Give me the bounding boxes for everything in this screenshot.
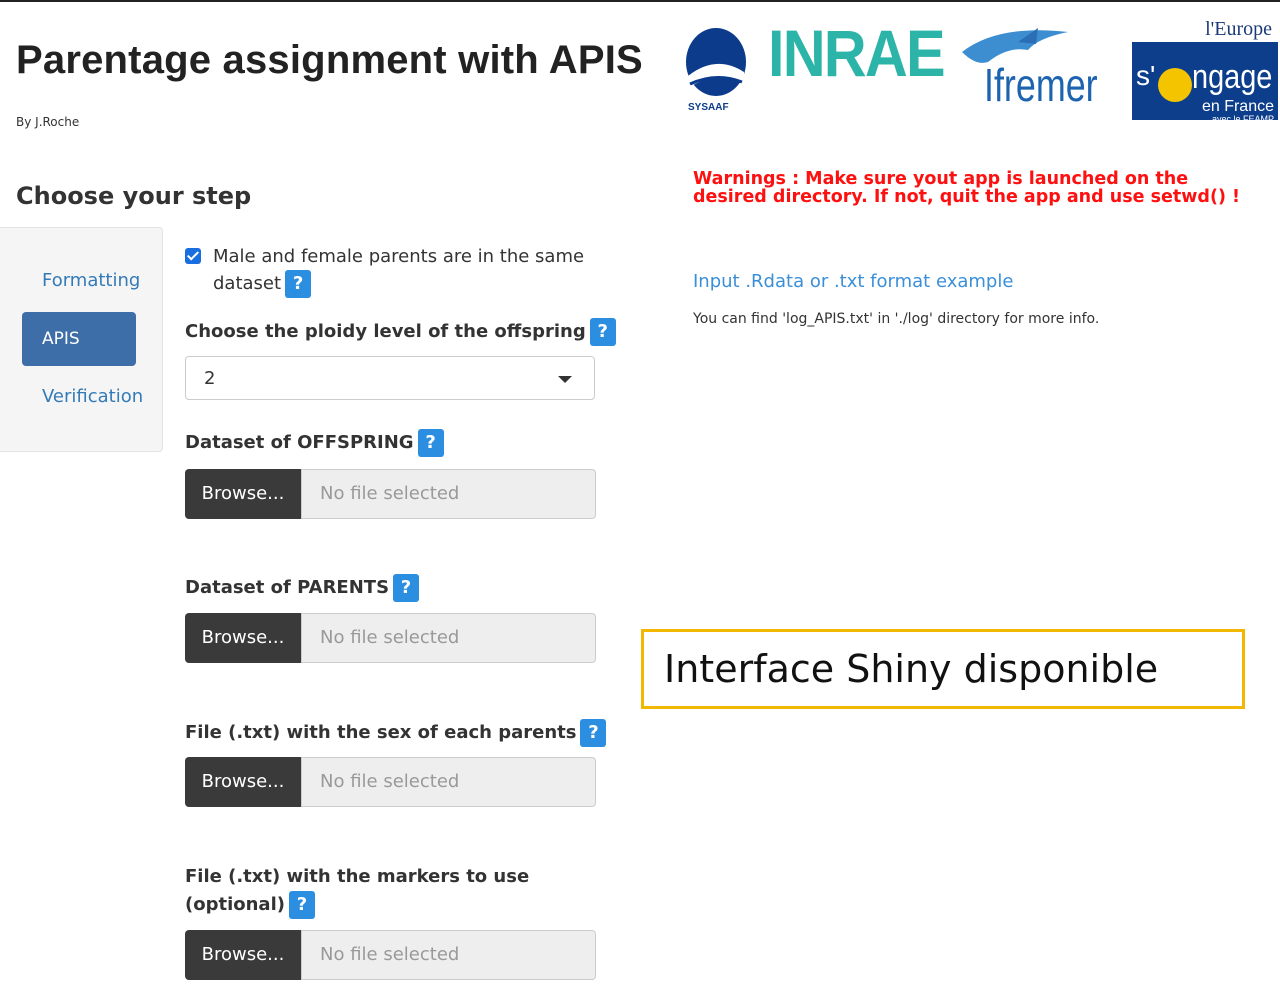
browse-button[interactable]: Browse... xyxy=(185,469,301,519)
file-name-field[interactable]: No file selected xyxy=(301,469,596,519)
ploidy-select-value: 2 xyxy=(204,368,216,389)
ifremer-logo-text: Ifremer xyxy=(984,59,1098,111)
top-border-line xyxy=(0,0,1280,2)
europe-logo-top: l'Europe xyxy=(1205,18,1272,40)
europe-logo-box: s' ngage en France avec le FEAMP xyxy=(1132,42,1278,124)
file-name-field[interactable]: No file selected xyxy=(301,930,596,980)
sex-file-label-text: File (.txt) with the sex of each parents xyxy=(185,722,577,743)
offspring-file-input[interactable]: Browse... No file selected xyxy=(185,469,596,519)
markers-file-label: File (.txt) with the markers to use xyxy=(185,866,530,887)
sysaaf-logo-text: SYSAAF xyxy=(688,102,729,113)
help-icon[interactable]: ? xyxy=(417,429,444,457)
sex-file-label: File (.txt) with the sex of each parents… xyxy=(185,719,607,747)
sysaaf-logo: SYSAAF xyxy=(682,26,750,118)
parents-label-text: Dataset of PARENTS xyxy=(185,577,390,598)
help-icon[interactable]: ? xyxy=(285,270,312,298)
format-example-link[interactable]: Input .Rdata or .txt format example xyxy=(693,271,1013,292)
markers-file-label-optional: (optional)? xyxy=(185,891,315,919)
help-icon[interactable]: ? xyxy=(393,574,420,602)
sidebar-nav: Formatting APIS Verification xyxy=(0,227,163,452)
inrae-logo: INRAE xyxy=(768,16,946,90)
ploidy-select[interactable]: 2 xyxy=(185,356,595,400)
file-name-field[interactable]: No file selected xyxy=(301,757,596,807)
sidebar-item-apis[interactable]: APIS xyxy=(22,312,136,366)
ploidy-label-text: Choose the ploidy level of the offspring xyxy=(185,321,586,342)
sidebar-item-formatting[interactable]: Formatting xyxy=(22,254,140,308)
europe-stars-icon xyxy=(1158,68,1192,102)
help-icon[interactable]: ? xyxy=(589,318,616,346)
shiny-interface-banner: Interface Shiny disponible xyxy=(641,629,1245,709)
step-heading: Choose your step xyxy=(16,182,252,210)
sidebar-item-verification[interactable]: Verification xyxy=(22,370,143,424)
europe-logo-s: s' xyxy=(1136,60,1156,91)
europe-engage-logo: l'Europe s' ngage en France avec le FEAM… xyxy=(1132,18,1278,124)
same-dataset-checkbox[interactable] xyxy=(185,248,201,264)
europe-logo-engage: ngage xyxy=(1192,58,1273,96)
browse-button[interactable]: Browse... xyxy=(185,757,301,807)
parents-label: Dataset of PARENTS? xyxy=(185,574,420,602)
ifremer-logo: Ifremer xyxy=(958,22,1124,118)
warning-message: Warnings : Make sure yout app is launche… xyxy=(693,169,1241,207)
file-name-field[interactable]: No file selected xyxy=(301,613,596,663)
offspring-label: Dataset of OFFSPRING? xyxy=(185,429,444,457)
same-dataset-text: Male and female parents are in the same … xyxy=(213,246,585,294)
chevron-down-icon xyxy=(558,376,572,383)
markers-file-input[interactable]: Browse... No file selected xyxy=(185,930,596,980)
markers-optional-text: (optional) xyxy=(185,894,285,915)
help-icon[interactable]: ? xyxy=(288,891,315,919)
offspring-label-text: Dataset of OFFSPRING xyxy=(185,432,414,453)
same-dataset-label: Male and female parents are in the same … xyxy=(213,243,613,298)
log-info-text: You can find 'log_APIS.txt' in './log' d… xyxy=(693,311,1100,327)
author-credit: By J.Roche xyxy=(16,115,80,129)
parents-file-input[interactable]: Browse... No file selected xyxy=(185,613,596,663)
help-icon[interactable]: ? xyxy=(580,719,607,747)
europe-logo-feamp: avec le FEAMP xyxy=(1211,114,1274,124)
ploidy-label: Choose the ploidy level of the offspring… xyxy=(185,318,616,346)
page-title: Parentage assignment with APIS xyxy=(16,38,643,82)
browse-button[interactable]: Browse... xyxy=(185,930,301,980)
sex-file-input[interactable]: Browse... No file selected xyxy=(185,757,596,807)
browse-button[interactable]: Browse... xyxy=(185,613,301,663)
